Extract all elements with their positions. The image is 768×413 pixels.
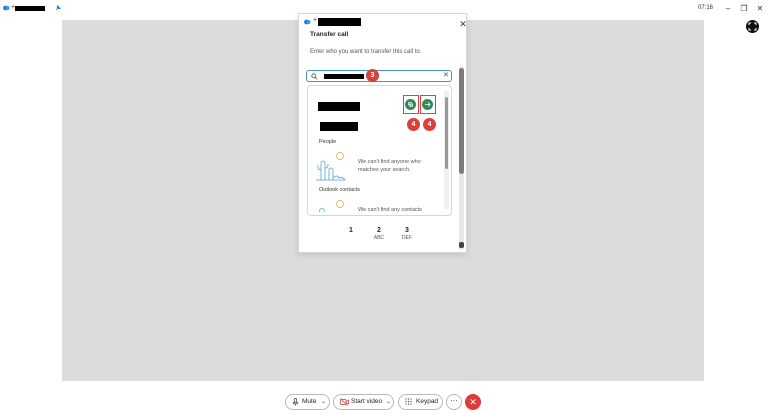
chevron-down-icon[interactable]: ⌄ [386, 395, 391, 409]
redacted-result-number [320, 122, 358, 131]
dialog-close-button[interactable]: ✕ [458, 19, 468, 29]
keypad-label: Keypad [416, 398, 439, 405]
redacted-contact-name [15, 6, 45, 11]
cactus-illustration-icon [316, 152, 346, 181]
annotation-marker-3: 3 [366, 69, 379, 82]
results-scrollbar-thumb[interactable] [445, 97, 448, 169]
skype-logo-icon [3, 5, 10, 11]
redacted-result-name [318, 102, 360, 111]
expand-icon [748, 22, 757, 31]
dialog-subtitle: Enter who you want to transfer this call… [310, 49, 422, 55]
redacted-caller-name [318, 18, 361, 26]
restore-button[interactable]: ❐ [738, 3, 750, 15]
call-timer: 07:16 [698, 5, 714, 11]
mute-button[interactable]: Mute ⌄ [285, 394, 330, 410]
keypad-button[interactable]: Keypad [398, 394, 443, 410]
dialog-title: Transfer call [310, 31, 349, 38]
keypad-key-1[interactable]: 1 [341, 227, 361, 234]
mute-label: Mute [302, 398, 317, 405]
start-video-button[interactable]: Start video ⌄ [333, 394, 394, 410]
redacted-search-text [324, 74, 364, 79]
expand-button[interactable] [746, 20, 759, 33]
annotation-marker-4: 4 [407, 118, 420, 131]
dialog-plus: + [313, 17, 318, 24]
section-label-outlook-contacts: Outlook contacts [319, 187, 360, 193]
dialog-scrollbar-end[interactable] [459, 242, 464, 248]
transfer-call-dialog: + ✕ Transfer call Enter who you want to … [298, 13, 467, 253]
chevron-down-icon[interactable]: ⌄ [321, 395, 326, 409]
dialpad-icon [405, 398, 412, 405]
transfer-action-highlight [403, 95, 419, 114]
pin-icon[interactable] [55, 5, 61, 11]
search-results-panel: People We can't find anyone who matches … [307, 85, 452, 216]
window-close-button[interactable]: ✕ [754, 3, 766, 15]
keypad-letters: DEF [402, 235, 412, 241]
outlook-empty-message: We can't find any contacts who [358, 207, 422, 215]
microphone-icon [292, 398, 299, 406]
transfer-now-button[interactable] [422, 99, 433, 110]
consult-icon [408, 102, 413, 107]
keypad-digit: 3 [405, 227, 409, 234]
transfer-action-highlight [420, 95, 436, 114]
minimize-button[interactable]: – [722, 3, 734, 15]
dialog-scrollbar-thumb[interactable] [459, 68, 464, 174]
search-icon [311, 73, 318, 80]
video-off-icon [340, 398, 349, 406]
cactus-illustration-icon [319, 200, 344, 212]
search-input[interactable]: ✕ [306, 70, 452, 82]
more-options-button[interactable]: ··· [446, 394, 462, 410]
consult-transfer-button[interactable] [405, 99, 416, 110]
clear-search-button[interactable]: ✕ [441, 71, 451, 81]
keypad-key-2[interactable]: 2 ABC [369, 227, 389, 241]
keypad-letters: ABC [373, 235, 385, 241]
end-call-button[interactable]: ✕ [465, 394, 481, 410]
people-empty-message: We can't find anyone who matches your se… [358, 159, 421, 173]
annotation-marker-4: 4 [423, 118, 436, 131]
skype-logo-icon [304, 19, 311, 25]
results-scrollbar[interactable] [444, 91, 449, 209]
keypad-digit: 1 [349, 227, 353, 234]
keypad-digit: 2 [377, 227, 381, 234]
keypad-key-3[interactable]: 3 DEF [397, 227, 417, 241]
start-video-label: Start video [351, 398, 383, 405]
arrow-right-icon [425, 102, 431, 107]
section-label-people: People [319, 139, 337, 145]
dialog-scrollbar[interactable] [459, 66, 464, 250]
